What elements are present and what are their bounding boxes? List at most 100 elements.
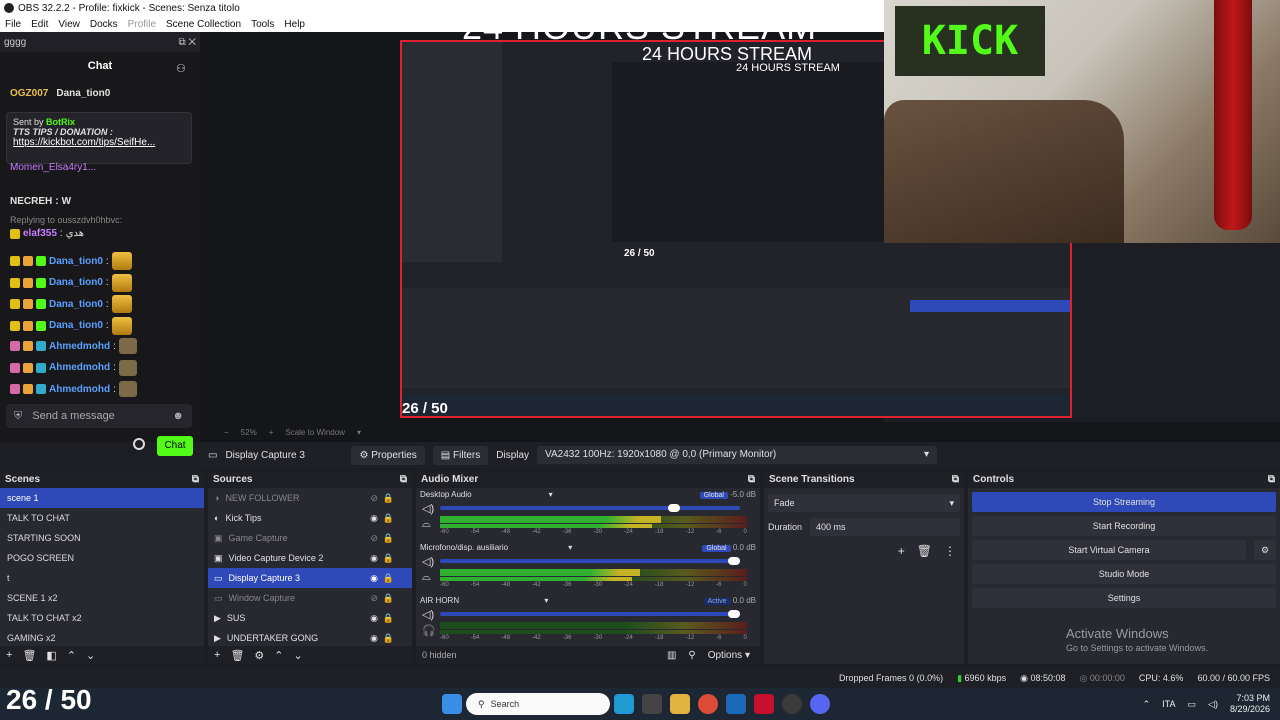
start-recording-button[interactable]: Start Recording: [972, 516, 1276, 536]
volume-icon[interactable]: ◁): [422, 502, 434, 515]
headphones-active-icon[interactable]: 🎧: [422, 624, 436, 637]
source-item[interactable]: ▣ Game Capture ⊘ 🔒: [208, 528, 412, 548]
scene-item[interactable]: POGO SCREEN: [0, 548, 204, 568]
chat-users-icon[interactable]: ⚇: [176, 62, 186, 75]
float-icon[interactable]: ⧉: [178, 37, 185, 48]
scene-item[interactable]: STARTING SOON: [0, 528, 204, 548]
emoji-icon[interactable]: ☻: [172, 410, 184, 422]
zoom-out-icon[interactable]: −: [224, 428, 229, 437]
dock-float-icon[interactable]: ⧉: [192, 472, 199, 488]
chat-username[interactable]: Ahmedmohd: [49, 341, 110, 352]
display-select[interactable]: VA2432 100Hz: 1920x1080 @ 0,0 (Primary M…: [537, 446, 938, 464]
source-item[interactable]: ▭ Window Capture ⊘ 🔒: [208, 588, 412, 608]
chat-username[interactable]: NECREH: [10, 196, 52, 207]
lock-icon[interactable]: 🔒: [383, 553, 394, 564]
chat-username[interactable]: Dana_tion0: [49, 299, 103, 310]
pinned-link[interactable]: https://kickbot.com/tips/SeifHe...: [13, 137, 155, 148]
lock-icon[interactable]: 🔒: [383, 493, 394, 504]
source-item[interactable]: ◐ Kick Tips ◉ 🔒: [208, 508, 412, 528]
lock-icon[interactable]: 🔒: [383, 573, 394, 584]
headphones-icon[interactable]: ⌓: [422, 571, 431, 584]
chevron-down-icon[interactable]: ▾: [549, 490, 553, 499]
menu-help[interactable]: Help: [279, 19, 310, 30]
add-icon[interactable]: +: [6, 649, 12, 661]
scene-item[interactable]: scene 1: [0, 488, 204, 508]
transition-select[interactable]: Fade ▾: [768, 494, 960, 512]
chat-username[interactable]: Dana_tion0: [49, 256, 103, 267]
volume-knob[interactable]: [728, 557, 740, 565]
scene-item[interactable]: TALK TO CHAT x2: [0, 608, 204, 628]
lock-icon[interactable]: 🔒: [383, 613, 394, 624]
dock-float-icon[interactable]: ⧉: [952, 472, 959, 488]
menu-profile[interactable]: Profile: [123, 19, 161, 30]
chevron-down-icon[interactable]: ▾: [544, 596, 548, 605]
send-chat-button[interactable]: Chat: [157, 436, 193, 456]
volume-knob[interactable]: [668, 504, 680, 512]
volume-knob[interactable]: [728, 610, 740, 618]
move-down-icon[interactable]: ⌄: [86, 649, 95, 662]
chat-username[interactable]: Ahmedmohd: [49, 362, 110, 373]
chat-username[interactable]: Ahmedmohd: [49, 384, 110, 395]
folder-icon[interactable]: [670, 694, 690, 714]
volume-icon[interactable]: ◁): [422, 555, 434, 568]
scene-item[interactable]: GAMING x2: [0, 628, 204, 648]
zoom-in-icon[interactable]: +: [269, 428, 274, 437]
volume-slider[interactable]: [440, 504, 740, 512]
filters-button[interactable]: ▤ Filters: [432, 445, 489, 465]
add-icon[interactable]: +: [214, 649, 220, 661]
menu-file[interactable]: File: [0, 19, 26, 30]
lock-icon[interactable]: 🔒: [383, 533, 394, 544]
dock-float-icon[interactable]: ⧉: [1268, 472, 1275, 488]
discord-icon[interactable]: [810, 694, 830, 714]
gear-icon[interactable]: ⚙: [254, 649, 264, 662]
menu-edit[interactable]: Edit: [26, 19, 53, 30]
settings-button[interactable]: Settings: [972, 588, 1276, 608]
scene-item[interactable]: t: [0, 568, 204, 588]
eye-icon[interactable]: ◉: [370, 613, 378, 624]
top-user[interactable]: Dana_tion0: [56, 88, 110, 99]
move-up-icon[interactable]: ⌃: [274, 649, 283, 662]
headphones-icon[interactable]: ⌓: [422, 518, 431, 531]
studio-mode-button[interactable]: Studio Mode: [972, 564, 1276, 584]
menu-tools[interactable]: Tools: [246, 19, 279, 30]
source-item[interactable]: ▶ UNDERTAKER GONG ◉ 🔒: [208, 628, 412, 648]
menu-view[interactable]: View: [53, 19, 85, 30]
source-item[interactable]: ▶ SUS ◉ 🔒: [208, 608, 412, 628]
dock-float-icon[interactable]: ⧉: [400, 472, 407, 488]
filter-icon[interactable]: ◧: [46, 649, 56, 662]
virtual-camera-settings-icon[interactable]: ⚙: [1254, 540, 1276, 560]
clock[interactable]: 7:03 PM 8/29/2026: [1230, 693, 1270, 715]
eye-icon[interactable]: ◉: [370, 553, 378, 564]
start-virtual-camera-button[interactable]: Start Virtual Camera: [972, 540, 1246, 560]
chat-username[interactable]: elaf355: [23, 228, 57, 239]
mail-icon[interactable]: [726, 694, 746, 714]
source-item[interactable]: ◑ NEW FOLLOWER ⊘ 🔒: [208, 488, 412, 508]
trash-icon[interactable]: 🗑: [917, 544, 932, 558]
lock-icon[interactable]: 🔒: [383, 633, 394, 644]
lock-icon[interactable]: 🔒: [383, 513, 394, 524]
volume-slider[interactable]: [440, 557, 740, 565]
taskbar-search[interactable]: ⚲ Search: [466, 693, 610, 715]
chrome-icon[interactable]: [698, 694, 718, 714]
network-icon[interactable]: ▭: [1188, 699, 1197, 710]
eye-icon[interactable]: ◉: [370, 513, 378, 524]
wps-icon[interactable]: [754, 694, 774, 714]
close-icon[interactable]: ✕: [188, 37, 196, 48]
menu-scene-collection[interactable]: Scene Collection: [161, 19, 246, 30]
eye-hidden-icon[interactable]: ⊘: [370, 493, 378, 504]
tray-chevron-icon[interactable]: ⌃: [1143, 699, 1151, 710]
eye-hidden-icon[interactable]: ⊘: [370, 533, 378, 544]
edge-icon[interactable]: [614, 694, 634, 714]
volume-slider[interactable]: [440, 610, 740, 618]
link-icon[interactable]: ⚲: [688, 650, 695, 661]
store-icon[interactable]: [642, 694, 662, 714]
pinned-bot-name[interactable]: BotRix: [46, 117, 75, 127]
chevron-down-icon[interactable]: ▾: [357, 428, 361, 437]
chat-username[interactable]: Dana_tion0: [49, 277, 103, 288]
source-item[interactable]: ▣ Video Capture Device 2 ◉ 🔒: [208, 548, 412, 568]
move-up-icon[interactable]: ⌃: [67, 649, 76, 662]
scene-item[interactable]: SCENE 1 x2: [0, 588, 204, 608]
chat-settings-icon[interactable]: [133, 438, 145, 450]
lock-icon[interactable]: 🔒: [383, 593, 394, 604]
obs-icon[interactable]: [782, 694, 802, 714]
